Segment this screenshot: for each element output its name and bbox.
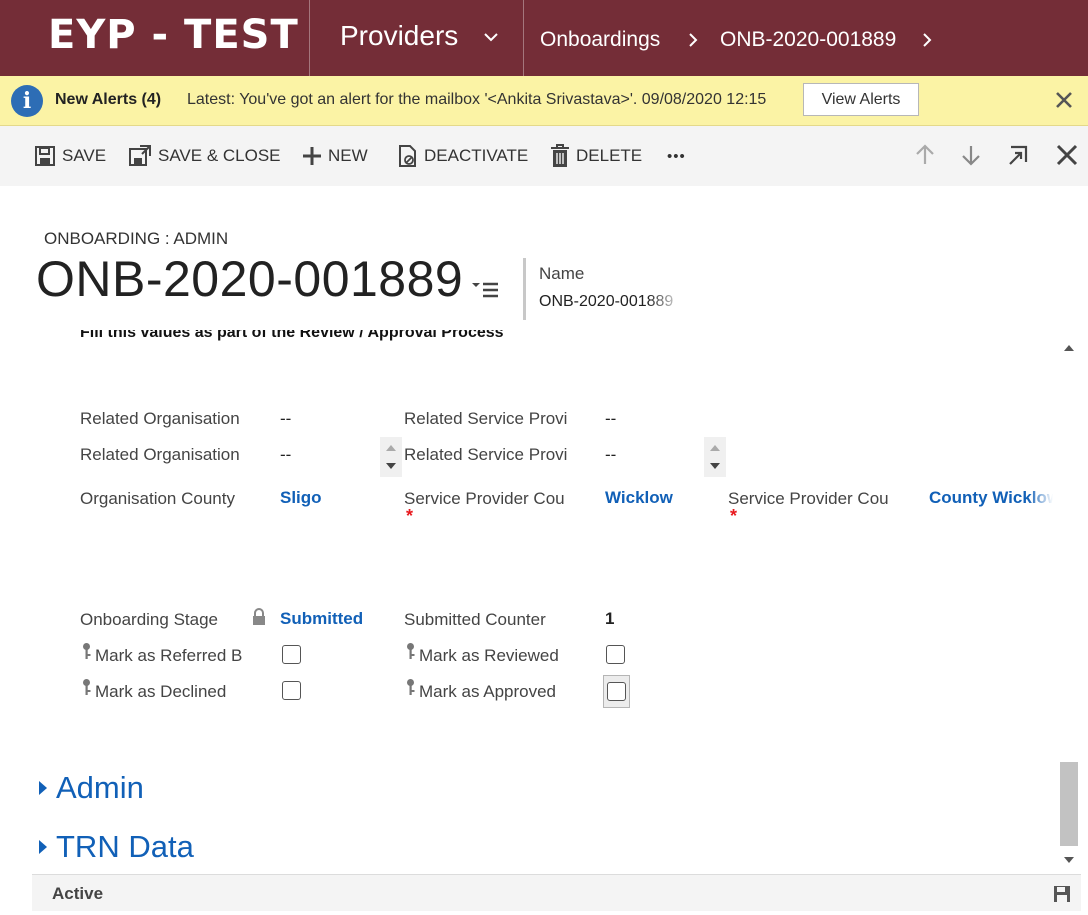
app-brand[interactable]: EYP - TEST	[48, 12, 299, 58]
record-title: ONB-2020-001889	[36, 251, 464, 307]
spinner-arrows-icon	[710, 445, 720, 469]
next-record-icon[interactable]	[958, 142, 984, 168]
header-divider	[523, 258, 526, 320]
record-status: Active	[52, 884, 104, 903]
chevron-right-icon	[689, 33, 698, 47]
related-service-provider-label: Related Service Provi	[404, 409, 568, 428]
nav-divider	[523, 0, 524, 76]
pop-out-icon[interactable]	[1006, 142, 1032, 168]
caret-right-icon	[39, 840, 47, 854]
submitted-counter-value[interactable]: 1	[605, 609, 614, 629]
mark-referred-checkbox[interactable]	[282, 645, 301, 664]
onboarding-stage-value: Submitted	[280, 609, 364, 628]
alert-bar: i New Alerts (4) Latest: You've got an a…	[0, 76, 1088, 126]
section-trn-data-label: TRN Data	[56, 829, 194, 864]
alert-count: New Alerts (4)	[55, 91, 162, 108]
related-organisation-label: Related Organisation	[80, 445, 240, 464]
service-provider-county-label: Service Provider Cou	[728, 489, 889, 508]
save-button[interactable]: SAVE	[34, 143, 106, 169]
alert-message: Latest: You've got an alert for the mail…	[187, 91, 767, 108]
mark-referred-label: Mark as Referred B	[95, 646, 243, 665]
form-body: Fill this values as part of the Review /…	[0, 320, 1057, 875]
mark-reviewed-label: Mark as Reviewed	[419, 646, 559, 665]
delete-button[interactable]: DELETE	[550, 143, 642, 169]
deactivate-icon	[399, 145, 416, 167]
floppy-disk-icon	[35, 146, 55, 166]
mark-reviewed-checkbox[interactable]	[606, 645, 625, 664]
deactivate-button[interactable]: DEACTIVATE	[398, 143, 528, 169]
organisation-county-label: Organisation County	[80, 489, 235, 508]
mark-declined-checkbox[interactable]	[282, 681, 301, 700]
chevron-down-icon[interactable]	[482, 28, 500, 46]
form-selector-label: ONBOARDING : ADMIN	[44, 229, 229, 248]
save-close-label: SAVE & CLOSE	[158, 146, 281, 165]
section-trn-data-toggle[interactable]: TRN Data	[38, 829, 194, 865]
form-scrollbar[interactable]	[1057, 336, 1081, 874]
lookup-spinner[interactable]	[704, 437, 726, 477]
save-close-icon	[129, 145, 151, 166]
deactivate-label: DEACTIVATE	[424, 146, 529, 165]
caret-right-icon	[39, 781, 47, 795]
form-menu-icon[interactable]	[470, 276, 500, 300]
mark-declined-label: Mark as Declined	[95, 682, 227, 701]
status-footer: Active	[32, 874, 1081, 911]
section-admin-label: Admin	[56, 770, 144, 805]
header-name-label: Name	[539, 264, 585, 283]
key-icon	[83, 679, 91, 695]
nav-area-menu[interactable]: Providers	[340, 20, 458, 52]
top-nav-bar: EYP - TEST Providers Onboardings ONB-202…	[0, 0, 1088, 76]
view-alerts-button[interactable]: View Alerts	[803, 83, 919, 116]
key-icon	[407, 643, 415, 659]
required-marker: *	[730, 506, 738, 526]
delete-label: DELETE	[576, 146, 643, 165]
submitted-counter-label: Submitted Counter	[404, 610, 546, 629]
new-label: NEW	[328, 146, 368, 165]
section-admin-toggle[interactable]: Admin	[38, 770, 144, 806]
header-name-value[interactable]: ONB-2020-001889	[539, 293, 684, 311]
plus-icon	[303, 147, 321, 165]
trash-icon	[551, 144, 569, 167]
lookup-spinner[interactable]	[380, 437, 402, 477]
info-icon: i	[11, 85, 43, 117]
chevron-right-icon[interactable]	[920, 32, 934, 48]
related-service-provider-value[interactable]: --	[605, 445, 616, 465]
service-provider-county-label: Service Provider Cou	[404, 489, 565, 508]
organisation-county-link[interactable]: Sligo	[280, 488, 322, 508]
save-label: SAVE	[62, 146, 107, 165]
related-organisation-label: Related Organisation	[80, 409, 240, 428]
more-commands-button[interactable]: •••	[667, 143, 686, 169]
lock-icon	[253, 608, 265, 625]
key-icon	[83, 643, 91, 659]
command-bar: SAVE SAVE & CLOSE NEW DEACTIVATE DELETE …	[0, 126, 1088, 186]
scroll-up-arrow-icon[interactable]	[1057, 336, 1081, 360]
save-close-button[interactable]: SAVE & CLOSE	[128, 143, 281, 169]
floppy-disk-icon[interactable]	[1053, 885, 1071, 903]
new-button[interactable]: NEW	[302, 143, 368, 169]
close-icon[interactable]	[1053, 89, 1075, 111]
breadcrumb-record[interactable]: ONB-2020-001889	[720, 28, 896, 52]
service-provider-county-link[interactable]: Wicklow	[605, 488, 673, 508]
service-provider-county-link[interactable]: County Wicklow	[929, 488, 1053, 508]
scroll-down-arrow-icon[interactable]	[1057, 848, 1081, 872]
required-marker: *	[406, 506, 414, 526]
onboarding-stage-label: Onboarding Stage	[80, 610, 218, 629]
nav-divider	[309, 0, 310, 76]
related-service-provider-value[interactable]: --	[605, 409, 616, 429]
breadcrumb-onboardings[interactable]: Onboardings	[540, 28, 660, 52]
spinner-arrows-icon	[386, 445, 396, 469]
related-service-provider-label: Related Service Provi	[404, 445, 568, 464]
previous-record-icon[interactable]	[912, 142, 938, 168]
mark-approved-label: Mark as Approved	[419, 682, 557, 701]
key-icon	[407, 679, 415, 695]
mark-approved-checkbox[interactable]	[607, 682, 626, 701]
related-organisation-value[interactable]: --	[280, 445, 291, 465]
scroll-clip	[0, 320, 1057, 330]
related-organisation-value[interactable]: --	[280, 409, 291, 429]
close-icon[interactable]	[1054, 142, 1080, 168]
scroll-thumb[interactable]	[1060, 762, 1078, 846]
